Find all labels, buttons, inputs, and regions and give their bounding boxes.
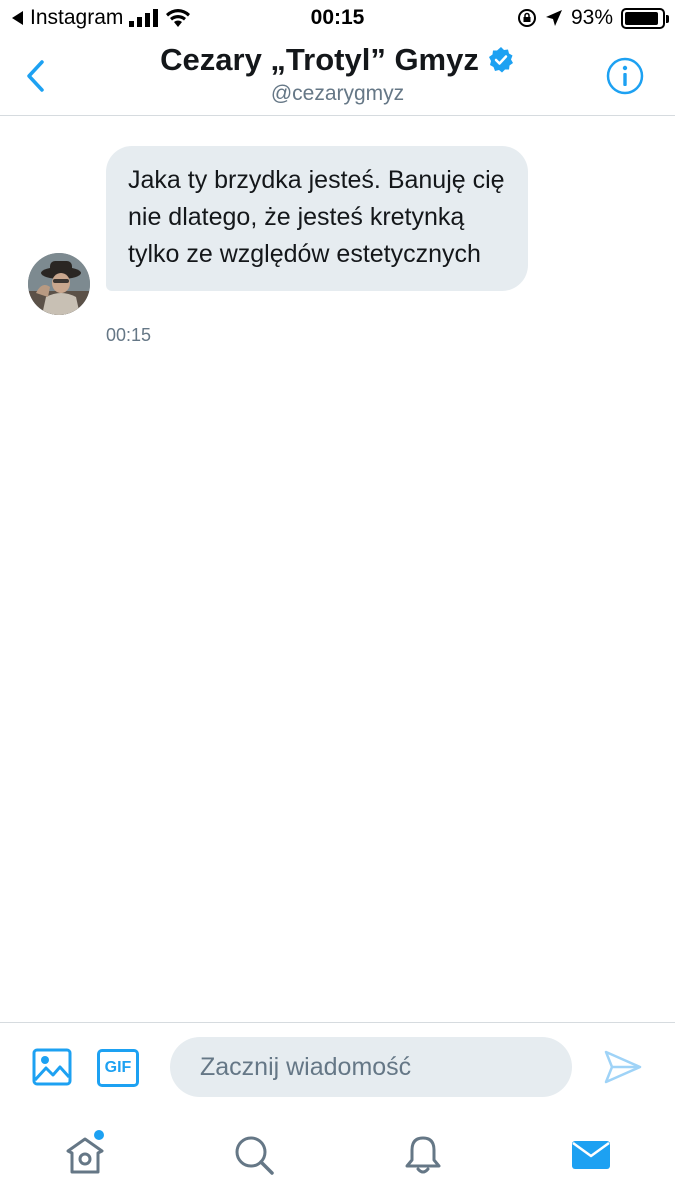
message-input[interactable]	[170, 1037, 572, 1097]
contact-handle: @cezarygmyz	[270, 82, 405, 105]
tab-bar	[0, 1114, 675, 1200]
info-icon[interactable]	[605, 56, 645, 96]
message-list[interactable]: Jaka ty brzydka jesteś. Banuję cię nie d…	[0, 117, 675, 1022]
dm-conversation-screen: Instagram 00:15 93% Cezary „Trotyl” Gmyz…	[0, 0, 675, 1200]
image-icon[interactable]	[32, 1047, 72, 1087]
conversation-header: Cezary „Trotyl” Gmyz @cezarygmyz	[0, 36, 675, 116]
avatar-photo	[28, 253, 90, 315]
bell-icon[interactable]	[402, 1134, 444, 1176]
battery-level	[625, 11, 659, 25]
gif-button[interactable]: GIF	[97, 1049, 139, 1087]
message-bubble[interactable]: Jaka ty brzydka jesteś. Banuję cię nie d…	[106, 146, 528, 291]
battery-icon	[621, 7, 669, 29]
status-bar: Instagram 00:15 93%	[0, 0, 675, 36]
search-icon[interactable]	[233, 1134, 275, 1176]
title-block[interactable]: Cezary „Trotyl” Gmyz @cezarygmyz	[0, 42, 675, 106]
mail-icon[interactable]	[570, 1134, 612, 1176]
avatar[interactable]	[28, 253, 90, 315]
verified-badge-icon	[488, 47, 513, 73]
orientation-lock-icon	[517, 9, 536, 27]
contact-name: Cezary „Trotyl” Gmyz	[160, 42, 479, 77]
send-icon[interactable]	[603, 1047, 643, 1087]
message-composer: GIF	[0, 1022, 675, 1114]
home-icon[interactable]	[64, 1134, 106, 1176]
status-right: 93%	[517, 6, 669, 30]
battery-percent: 93%	[570, 6, 613, 29]
message-timestamp: 00:15	[106, 325, 152, 345]
notification-dot	[94, 1130, 104, 1140]
location-icon	[545, 10, 562, 26]
